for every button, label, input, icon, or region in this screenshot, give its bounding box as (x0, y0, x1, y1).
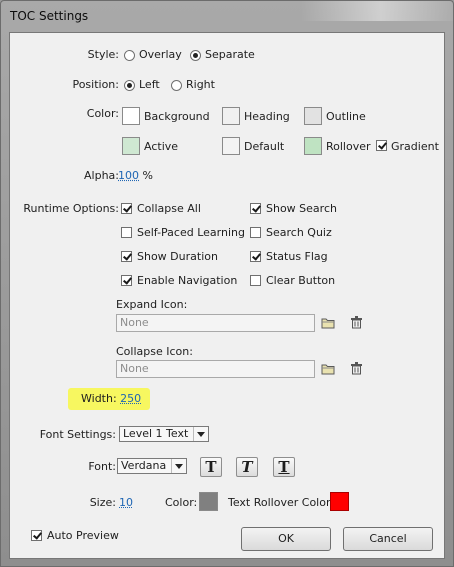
font-value: Verdana (121, 459, 167, 472)
background-swatch[interactable] (122, 107, 140, 125)
gradient-label[interactable]: Gradient (391, 140, 439, 153)
rollover-label: Rollover (326, 140, 371, 153)
position-label: Position: (72, 78, 119, 91)
window-title: TOC Settings (10, 9, 89, 23)
show-duration-label[interactable]: Show Duration (137, 250, 218, 263)
folder-icon[interactable] (321, 317, 336, 329)
trash-icon[interactable] (350, 362, 363, 375)
clear-button-checkbox[interactable] (250, 275, 261, 286)
trash-icon[interactable] (350, 316, 363, 329)
position-right-radio[interactable] (171, 80, 182, 91)
default-label: Default (244, 140, 285, 153)
color-label: Color: (86, 107, 119, 120)
self-paced-learning-label[interactable]: Self-Paced Learning (137, 226, 245, 239)
alpha-value[interactable]: 100 (118, 169, 139, 182)
heading-swatch[interactable] (222, 107, 240, 125)
size-value[interactable]: 10 (119, 496, 133, 509)
heading-label: Heading (244, 110, 290, 123)
style-overlay-radio[interactable] (124, 50, 135, 61)
font-dropdown[interactable]: Verdana (117, 458, 187, 474)
text-color-label: Color: (165, 496, 198, 509)
rollover-swatch[interactable] (304, 137, 322, 155)
position-right-label[interactable]: Right (186, 78, 215, 91)
style-label: Style: (87, 48, 119, 61)
font-settings-label: Font Settings: (39, 428, 116, 441)
collapse-all-label[interactable]: Collapse All (137, 202, 201, 215)
enable-navigation-checkbox[interactable] (121, 275, 132, 286)
gradient-checkbox[interactable] (376, 140, 387, 151)
style-overlay-label[interactable]: Overlay (139, 48, 182, 61)
outline-swatch[interactable] (304, 107, 322, 125)
size-label: Size: (89, 496, 116, 509)
bold-button[interactable]: T (200, 457, 222, 477)
self-paced-learning-checkbox[interactable] (121, 227, 132, 238)
italic-button[interactable]: T (236, 457, 258, 477)
text-color-swatch[interactable] (199, 492, 218, 511)
expand-icon-label: Expand Icon: (116, 298, 188, 311)
chevron-down-icon (171, 459, 186, 473)
search-quiz-checkbox[interactable] (250, 227, 261, 238)
style-separate-label[interactable]: Separate (205, 48, 255, 61)
runtime-options-label: Runtime Options: (23, 202, 119, 215)
collapse-icon-label: Collapse Icon: (116, 345, 193, 358)
width-label: Width: (81, 392, 117, 405)
underline-button[interactable]: T (273, 457, 295, 477)
clear-button-label[interactable]: Clear Button (266, 274, 335, 287)
active-label: Active (144, 140, 179, 153)
background-label: Background (144, 110, 210, 123)
active-swatch[interactable] (122, 137, 140, 155)
toc-settings-window: TOC Settings Style: Overlay Separate Pos… (0, 0, 454, 567)
show-search-label[interactable]: Show Search (266, 202, 337, 215)
chevron-down-icon (193, 427, 208, 441)
position-left-radio[interactable] (124, 80, 135, 91)
text-rollover-color-swatch[interactable] (330, 492, 349, 511)
default-swatch[interactable] (222, 137, 240, 155)
alpha-label: Alpha: (84, 169, 119, 182)
font-settings-dropdown[interactable]: Level 1 Text (119, 426, 209, 442)
font-settings-value: Level 1 Text (123, 427, 189, 440)
show-duration-checkbox[interactable] (121, 251, 132, 262)
auto-preview-checkbox[interactable] (31, 530, 42, 541)
width-value[interactable]: 250 (120, 392, 141, 405)
alpha-value-group: 100 % (118, 169, 153, 182)
style-separate-radio[interactable] (190, 50, 201, 61)
status-flag-label[interactable]: Status Flag (266, 250, 328, 263)
dialog-body: Style: Overlay Separate Position: Left R… (9, 32, 445, 559)
cancel-button[interactable]: Cancel (343, 527, 433, 551)
font-label: Font: (88, 460, 116, 473)
alpha-unit: % (142, 169, 153, 182)
search-quiz-label[interactable]: Search Quiz (266, 226, 332, 239)
outline-label: Outline (326, 110, 366, 123)
titlebar-shine (301, 1, 453, 21)
auto-preview-label[interactable]: Auto Preview (47, 529, 119, 542)
position-left-label[interactable]: Left (139, 78, 160, 91)
expand-icon-field[interactable]: None (116, 314, 315, 332)
enable-navigation-label[interactable]: Enable Navigation (137, 274, 237, 287)
collapse-icon-field[interactable]: None (116, 360, 315, 378)
width-row: Width: 250 (81, 392, 141, 405)
show-search-checkbox[interactable] (250, 203, 261, 214)
folder-icon[interactable] (321, 363, 336, 375)
ok-button[interactable]: OK (241, 527, 331, 551)
text-rollover-color-label: Text Rollover Color: (228, 496, 334, 509)
collapse-all-checkbox[interactable] (121, 203, 132, 214)
status-flag-checkbox[interactable] (250, 251, 261, 262)
